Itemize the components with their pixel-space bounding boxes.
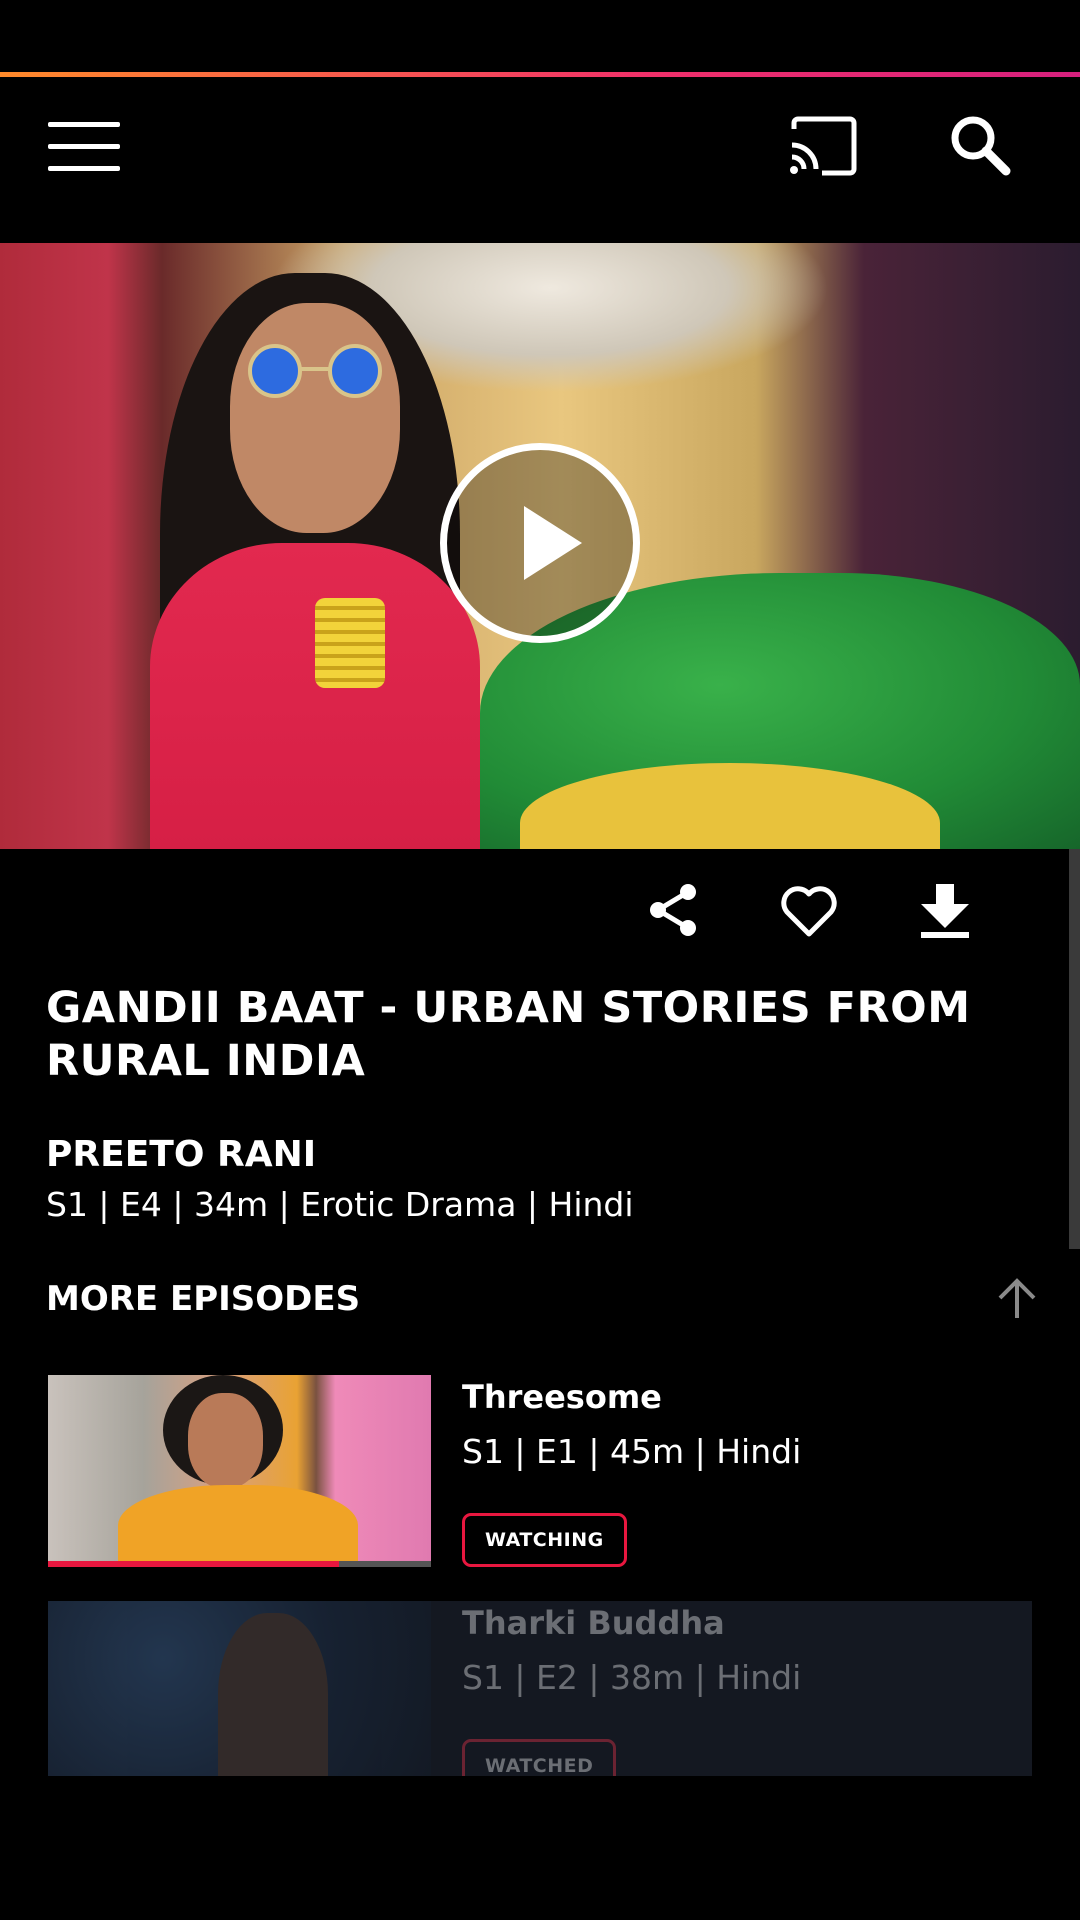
share-icon[interactable]: [644, 880, 704, 940]
watch-progress-bar: [48, 1561, 431, 1567]
arrow-up-icon[interactable]: [994, 1276, 1040, 1322]
episode-thumbnail: [48, 1601, 431, 1793]
episode-list-item[interactable]: Threesome S1 | E1 | 45m | Hindi WATCHING: [48, 1375, 1032, 1567]
episode-name: Threesome: [462, 1378, 662, 1416]
episode-meta: S1 | E1 | 45m | Hindi: [462, 1432, 802, 1471]
action-bar: [0, 870, 1080, 950]
current-episode-meta: S1 | E4 | 34m | Erotic Drama | Hindi: [46, 1185, 634, 1224]
heart-icon[interactable]: [779, 880, 839, 940]
show-title: GANDII BAAT - URBAN STORIES FROM RURAL I…: [46, 983, 971, 1086]
top-app-bar: [0, 77, 1080, 242]
status-badge: WATCHING: [462, 1513, 627, 1567]
episode-meta: S1 | E2 | 38m | Hindi: [462, 1658, 802, 1697]
download-icon[interactable]: [915, 880, 975, 940]
hero-image-blouse: [150, 543, 480, 849]
play-icon[interactable]: [440, 443, 640, 643]
episode-list-item[interactable]: Tharki Buddha S1 | E2 | 38m | Hindi WATC…: [48, 1601, 1032, 1793]
current-episode-title: PREETO RANI: [46, 1134, 317, 1175]
hero-image-face: [230, 303, 400, 533]
cast-icon[interactable]: [788, 115, 858, 177]
more-episodes-heading: MORE EPISODES: [46, 1279, 361, 1319]
hamburger-menu-icon[interactable]: [48, 122, 120, 172]
hero-image-bangles: [315, 598, 385, 688]
hero-video-thumbnail[interactable]: [0, 243, 1080, 849]
episode-thumbnail: [48, 1375, 431, 1567]
episode-name: Tharki Buddha: [462, 1604, 725, 1642]
hero-image-sunglasses: [248, 344, 382, 398]
bottom-safe-area: [0, 1776, 1080, 1920]
search-icon[interactable]: [948, 113, 1012, 177]
watch-progress-fill: [48, 1561, 340, 1567]
